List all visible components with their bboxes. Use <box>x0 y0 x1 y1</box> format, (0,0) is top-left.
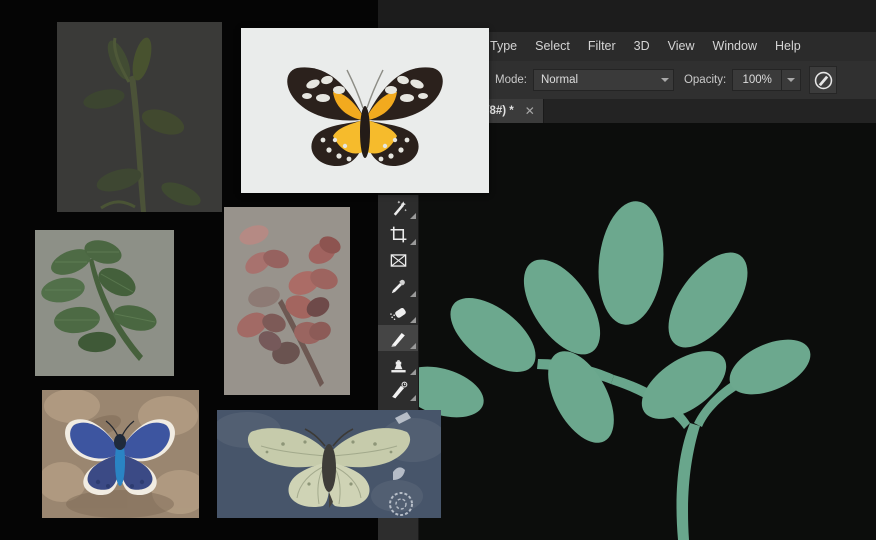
menu-item-view[interactable]: View <box>659 32 704 61</box>
menu-item-3d[interactable]: 3D <box>625 32 659 61</box>
tool-flyout-indicator <box>410 291 416 297</box>
crop-icon <box>390 226 406 242</box>
clone-stamp-icon <box>390 359 406 372</box>
photo-plant-dark[interactable] <box>57 22 222 212</box>
healing-brush-tool[interactable] <box>378 299 418 325</box>
opacity-dropdown-button[interactable] <box>782 69 802 91</box>
chevron-down-icon-mode <box>660 78 669 82</box>
brush-tool[interactable] <box>378 325 418 351</box>
history-brush-icon <box>391 381 407 398</box>
mode-label: Mode: <box>495 74 527 86</box>
green-leaves-image <box>35 230 174 376</box>
crop-tool[interactable] <box>378 221 418 247</box>
tool-flyout-indicator <box>410 343 416 349</box>
blue-butterfly-image <box>42 390 199 518</box>
tool-flyout-indicator <box>410 395 416 401</box>
opacity-value: 100% <box>742 74 772 86</box>
eyedropper-icon <box>391 279 405 293</box>
opacity-label: Opacity: <box>683 74 727 86</box>
moth-image <box>217 410 441 518</box>
menu-item-window[interactable]: Window <box>704 32 766 61</box>
brush-icon <box>390 332 405 347</box>
photo-butterfly-blue[interactable] <box>42 390 199 518</box>
photo-butterfly-yellow[interactable] <box>241 28 489 193</box>
tool-flyout-indicator <box>410 317 416 323</box>
eyedropper-tool[interactable] <box>378 273 418 299</box>
close-icon[interactable]: ✕ <box>525 105 535 117</box>
red-leaves-image <box>224 207 350 395</box>
menu-item-select[interactable]: Select <box>526 32 579 61</box>
plant-sprig-image <box>57 22 222 212</box>
pressure-opacity-icon <box>814 71 832 89</box>
magic-wand-icon <box>393 200 407 216</box>
photo-moth[interactable] <box>217 410 441 518</box>
clone-stamp-tool[interactable] <box>378 351 418 377</box>
opacity-input[interactable]: 100% <box>732 69 783 91</box>
history-brush-tool[interactable] <box>378 377 418 403</box>
menu-item-filter[interactable]: Filter <box>579 32 625 61</box>
tool-flyout-indicator <box>410 239 416 245</box>
healing-brush-icon <box>389 307 406 320</box>
photo-leaves-red[interactable] <box>224 207 350 395</box>
photo-leaves-green[interactable] <box>35 230 174 376</box>
pressure-opacity-toggle[interactable] <box>809 66 838 94</box>
tool-flyout-indicator <box>410 213 416 219</box>
frame-icon <box>390 253 406 267</box>
menu-item-help[interactable]: Help <box>766 32 810 61</box>
magic-wand-tool[interactable] <box>378 195 418 221</box>
yellow-butterfly-image <box>241 28 489 193</box>
tool-flyout-indicator <box>410 369 416 375</box>
chevron-down-icon-opacity <box>787 78 796 82</box>
blend-mode-select[interactable]: Normal <box>532 69 674 91</box>
blend-mode-value: Normal <box>540 74 579 86</box>
frame-tool[interactable] <box>378 247 418 273</box>
